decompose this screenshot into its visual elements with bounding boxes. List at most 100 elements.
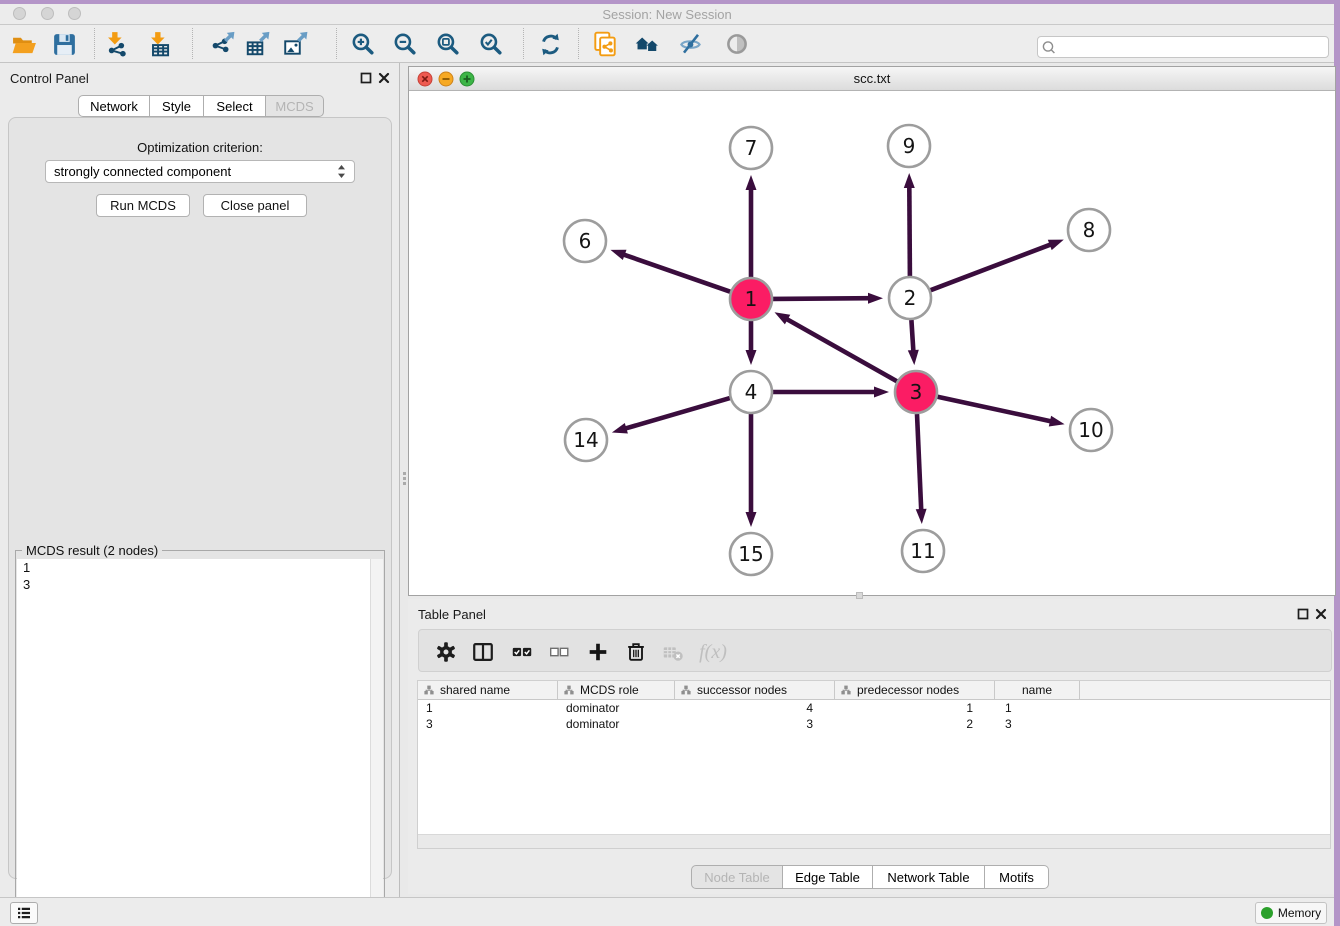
- mcds-result-scrollbar[interactable]: [370, 559, 383, 926]
- unselect-all-columns-button[interactable]: [542, 635, 576, 669]
- table-cell[interactable]: 3: [675, 716, 835, 732]
- zoom-out-button[interactable]: [388, 27, 422, 61]
- column-header-shared-name[interactable]: shared name: [418, 681, 558, 699]
- search-input[interactable]: [1060, 38, 1328, 56]
- tab-select[interactable]: Select: [204, 95, 266, 117]
- save-session-button[interactable]: [47, 27, 81, 61]
- network-window-title: scc.txt: [409, 71, 1335, 86]
- refresh-view-button[interactable]: [533, 27, 567, 61]
- zoom-in-button[interactable]: [346, 27, 380, 61]
- network-window-titlebar[interactable]: scc.txt: [409, 67, 1335, 91]
- edge-2-3[interactable]: [911, 320, 913, 353]
- zoom-selected-button[interactable]: [474, 27, 508, 61]
- import-table-button[interactable]: [143, 27, 177, 61]
- delete-table-button[interactable]: [656, 635, 690, 669]
- graph-node-label-14: 14: [573, 428, 598, 452]
- search-icon: [1038, 39, 1060, 55]
- export-image-icon: [282, 30, 310, 58]
- gear-icon: [434, 640, 458, 664]
- node-table-rows: 1dominator4113dominator323: [418, 700, 1330, 732]
- edge-3-10[interactable]: [938, 397, 1053, 422]
- table-cell[interactable]: dominator: [558, 716, 675, 732]
- column-header-MCDS-role[interactable]: MCDS role: [558, 681, 675, 699]
- edge-1-6[interactable]: [622, 254, 730, 292]
- table-cell[interactable]: 2: [835, 716, 995, 732]
- edge-3-1[interactable]: [785, 318, 897, 381]
- tab-motifs[interactable]: Motifs: [985, 865, 1049, 889]
- task-history-button[interactable]: [10, 902, 38, 924]
- tab-network[interactable]: Network: [78, 95, 150, 117]
- edge-3-11[interactable]: [917, 414, 921, 512]
- delete-table-icon: [661, 640, 685, 664]
- delete-columns-button[interactable]: [619, 635, 653, 669]
- tab-mcds[interactable]: MCDS: [266, 95, 324, 117]
- function-builder-button[interactable]: f(x): [696, 635, 730, 669]
- export-network-button[interactable]: [206, 27, 240, 61]
- network-resize-handle[interactable]: [856, 592, 863, 599]
- table-cell[interactable]: dominator: [558, 700, 675, 716]
- edge-2-8[interactable]: [931, 244, 1053, 290]
- table-cell[interactable]: 3: [418, 716, 558, 732]
- show-all-button[interactable]: [720, 27, 754, 61]
- column-header-name[interactable]: name: [995, 681, 1080, 699]
- table-horizontal-scrollbar[interactable]: [418, 834, 1330, 848]
- memory-button[interactable]: Memory: [1255, 902, 1327, 924]
- table-row[interactable]: 1dominator411: [418, 700, 1330, 716]
- mcds-result-line: 1: [17, 559, 383, 576]
- edge-1-2[interactable]: [773, 298, 871, 299]
- open-session-button[interactable]: [7, 27, 41, 61]
- tab-style[interactable]: Style: [150, 95, 204, 117]
- table-row[interactable]: 3dominator323: [418, 716, 1330, 732]
- table-panel-title: Table Panel: [418, 607, 486, 622]
- network-graph[interactable]: 7968124314101511: [410, 92, 1334, 595]
- toolbar-separator: [523, 28, 524, 59]
- zoom-fit-button[interactable]: [431, 27, 465, 61]
- search-field[interactable]: [1037, 36, 1329, 58]
- create-column-button[interactable]: [581, 635, 615, 669]
- close-panel-icon[interactable]: [377, 71, 391, 85]
- zoom-fit-icon: [435, 31, 462, 58]
- export-image-button[interactable]: [279, 27, 313, 61]
- export-table-icon: [244, 30, 272, 58]
- edge-4-14[interactable]: [623, 398, 730, 429]
- table-options-button[interactable]: [429, 635, 463, 669]
- run-mcds-button[interactable]: Run MCDS: [96, 194, 190, 217]
- network-canvas[interactable]: 7968124314101511: [410, 92, 1334, 595]
- edge-2-9[interactable]: [909, 185, 910, 276]
- graph-node-label-1: 1: [745, 287, 758, 311]
- mcds-result-title: MCDS result (2 nodes): [22, 543, 162, 558]
- optimization-criterion-select[interactable]: strongly connected component: [45, 160, 355, 183]
- close-panel-button[interactable]: Close panel: [203, 194, 307, 217]
- panel-splitter-handle[interactable]: [400, 468, 408, 488]
- table-panel-tabs: Node Table Edge Table Network Table Moti…: [691, 865, 1049, 889]
- graph-node-label-11: 11: [910, 539, 935, 563]
- tab-node-table[interactable]: Node Table: [691, 865, 783, 889]
- float-panel-icon[interactable]: [359, 71, 373, 85]
- table-cell[interactable]: 4: [675, 700, 835, 716]
- import-network-button[interactable]: [100, 27, 134, 61]
- table-cell[interactable]: 3: [995, 716, 1080, 732]
- table-cell[interactable]: 1: [995, 700, 1080, 716]
- float-table-panel-icon[interactable]: [1296, 607, 1310, 621]
- mcds-result-textarea[interactable]: 13: [17, 559, 383, 926]
- zoom-check-icon: [478, 31, 505, 58]
- import-network-icon: [103, 30, 131, 58]
- graph-node-label-6: 6: [579, 229, 592, 253]
- show-column-button[interactable]: [466, 635, 500, 669]
- edge-arrowhead-1-4: [746, 350, 757, 365]
- graph-node-label-2: 2: [904, 286, 917, 310]
- edge-arrowhead-2-3: [908, 350, 919, 365]
- main-toolbar: [0, 25, 1334, 63]
- table-cell[interactable]: 1: [418, 700, 558, 716]
- column-header-predecessor-nodes[interactable]: predecessor nodes: [835, 681, 995, 699]
- first-neighbors-button[interactable]: [630, 27, 664, 61]
- table-cell[interactable]: 1: [835, 700, 995, 716]
- tab-network-table[interactable]: Network Table: [873, 865, 985, 889]
- hide-selected-button[interactable]: [674, 27, 708, 61]
- export-table-button[interactable]: [241, 27, 275, 61]
- clone-network-button[interactable]: [588, 27, 622, 61]
- column-header-successor-nodes[interactable]: successor nodes: [675, 681, 835, 699]
- select-all-columns-button[interactable]: [505, 635, 539, 669]
- close-table-panel-icon[interactable]: [1314, 607, 1328, 621]
- tab-edge-table[interactable]: Edge Table: [783, 865, 873, 889]
